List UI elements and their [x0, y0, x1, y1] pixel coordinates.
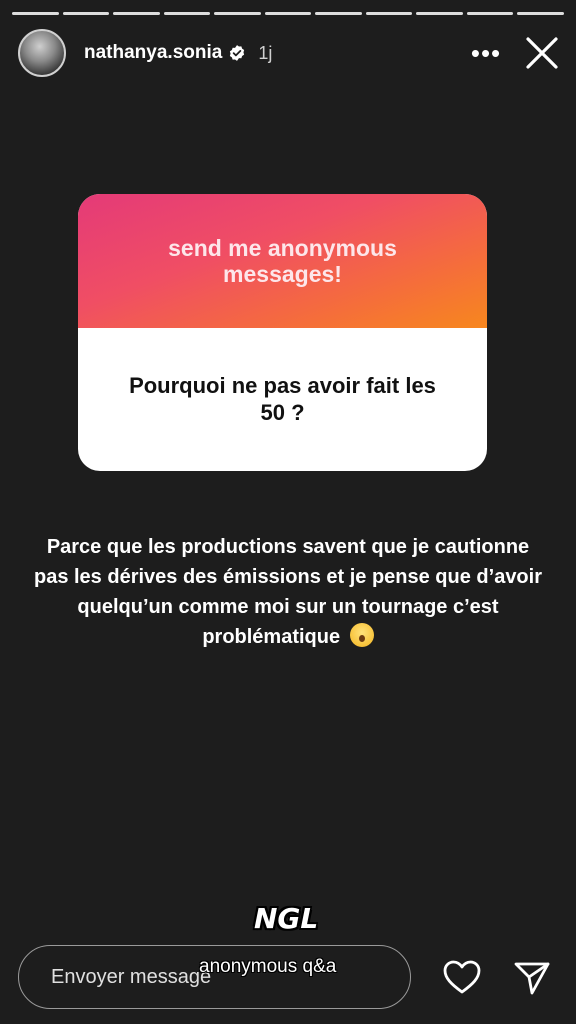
send-icon[interactable] — [512, 958, 552, 998]
ngl-subtitle[interactable]: anonymous q&a — [199, 956, 336, 978]
reply-placeholder: Envoyer message — [51, 965, 212, 988]
close-icon[interactable] — [520, 31, 564, 75]
story-header: nathanya.sonia 1j ••• — [18, 28, 564, 78]
hand-over-mouth-emoji-icon — [349, 623, 374, 647]
verified-badge-icon — [230, 45, 245, 61]
heart-icon[interactable] — [442, 958, 482, 998]
story-progress-segment — [315, 12, 362, 15]
question-sticker-header: send me anonymous messages! — [78, 194, 487, 328]
avatar[interactable] — [18, 29, 66, 77]
more-options-icon[interactable]: ••• — [468, 35, 504, 71]
story-progress-segment — [214, 12, 261, 15]
story-progress-segment — [466, 12, 514, 15]
question-sticker-body: Pourquoi ne pas avoir fait les 50 ? — [78, 328, 487, 471]
story-progress-bar — [12, 12, 565, 15]
story-progress-segment — [62, 12, 110, 15]
question-text: Pourquoi ne pas avoir fait les 50 ? — [129, 373, 436, 425]
story-progress-segment — [163, 12, 211, 15]
question-sticker: send me anonymous messages! Pourquoi ne … — [78, 194, 487, 471]
story-progress-segment — [12, 12, 59, 15]
story-progress-segment — [365, 12, 413, 15]
story-progress-segment — [264, 12, 312, 15]
post-time: 1j — [258, 42, 273, 63]
story-progress-segment — [416, 12, 463, 15]
username[interactable]: nathanya.sonia — [84, 42, 222, 64]
answer-caption: Parce que les productions savent que je … — [30, 532, 546, 652]
answer-text: Parce que les productions savent que je … — [33, 536, 542, 648]
story-progress-segment — [113, 12, 160, 15]
story-progress-segment — [517, 12, 565, 15]
story-viewer[interactable]: nathanya.sonia 1j ••• send me anonymous … — [0, 0, 576, 1024]
question-prompt: send me anonymous messages! — [168, 234, 397, 287]
ngl-logo[interactable]: NGL — [254, 902, 318, 935]
